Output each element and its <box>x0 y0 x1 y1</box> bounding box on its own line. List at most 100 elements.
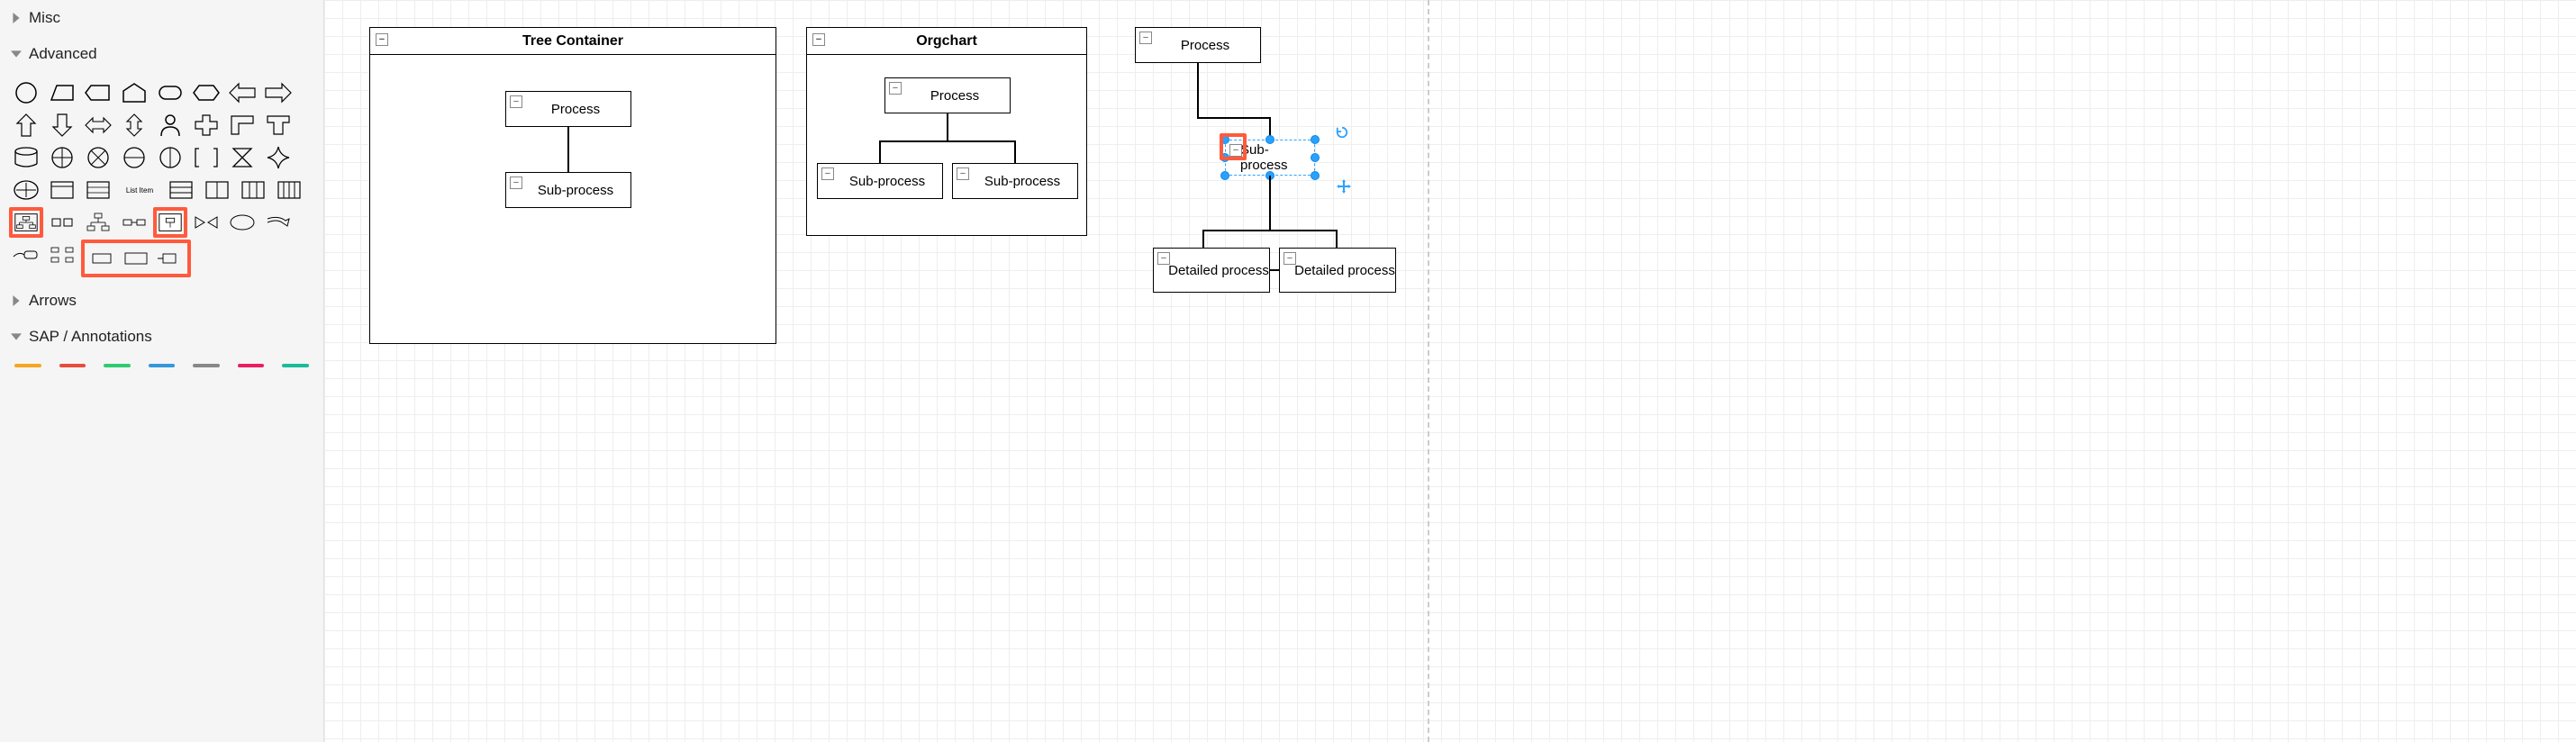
section-header-sap[interactable]: SAP / Annotations <box>0 319 323 355</box>
orgchart-title-text: Orgchart <box>916 33 977 50</box>
annotation-swatch-2[interactable] <box>104 364 131 367</box>
tree-container-title: − Tree Container <box>370 28 776 55</box>
shape-cylinder[interactable] <box>9 142 43 173</box>
collapse-icon[interactable]: − <box>376 33 388 46</box>
shape-corner[interactable] <box>225 110 259 140</box>
shape-pentagon[interactable] <box>117 77 151 108</box>
collapse-icon[interactable]: − <box>510 176 522 189</box>
orgchart-container[interactable]: − Orgchart − Process − Sub-process − Sub… <box>806 27 1087 236</box>
shape-hexagon[interactable] <box>189 77 223 108</box>
annotation-swatch-1[interactable] <box>59 364 86 367</box>
shape-org-pair[interactable] <box>45 207 79 238</box>
shape-cols2[interactable] <box>200 175 234 205</box>
shape-circle-x[interactable] <box>81 142 115 173</box>
annotation-swatch-0[interactable] <box>14 364 41 367</box>
edge[interactable] <box>1197 63 1199 117</box>
shape-flow-arrow[interactable] <box>261 207 295 238</box>
edge[interactable] <box>879 140 1016 142</box>
shape-window[interactable] <box>45 175 79 205</box>
shape-org-3[interactable] <box>81 207 115 238</box>
shape-list[interactable] <box>81 175 115 205</box>
shape-sidebar: Misc Advanced <box>0 0 324 742</box>
shape-arrow-left[interactable] <box>225 77 259 108</box>
shape-plus[interactable] <box>189 110 223 140</box>
collapse-icon[interactable]: − <box>1157 252 1170 265</box>
collapse-icon[interactable]: − <box>812 33 825 46</box>
shape-org-hbar[interactable] <box>117 207 151 238</box>
shape-star4[interactable] <box>261 142 295 173</box>
shape-arrow-right[interactable] <box>261 77 295 108</box>
section-label: Arrows <box>29 292 77 310</box>
drawing-canvas[interactable]: − Tree Container − Process − Sub-process… <box>324 0 2576 742</box>
shape-listitem[interactable]: List Item <box>117 175 162 205</box>
annotation-swatch-5[interactable] <box>238 364 265 367</box>
collapse-icon[interactable]: − <box>957 167 969 180</box>
org-subprocess2-node[interactable]: − Sub-process <box>952 163 1078 199</box>
edge[interactable] <box>567 127 569 172</box>
tree-subprocess-node[interactable]: − Sub-process <box>505 172 631 208</box>
page-break-line <box>1428 0 1429 742</box>
edge[interactable] <box>1336 230 1338 248</box>
shape-division[interactable] <box>119 243 153 274</box>
shape-org-chain[interactable] <box>45 240 79 270</box>
edge[interactable] <box>1197 117 1271 119</box>
shape-tree-container[interactable] <box>9 207 43 238</box>
section-header-misc[interactable]: Misc <box>0 0 323 36</box>
edge[interactable] <box>1269 117 1271 140</box>
collapse-icon[interactable]: − <box>1139 32 1152 44</box>
rotate-handle-icon[interactable] <box>1336 126 1348 139</box>
annotation-swatch-6[interactable] <box>282 364 309 367</box>
collapse-icon[interactable]: − <box>1283 252 1296 265</box>
section-header-arrows[interactable]: Arrows <box>0 283 323 319</box>
shape-bracket[interactable] <box>189 142 223 173</box>
shape-orgchart-container[interactable] <box>153 207 187 238</box>
edge[interactable] <box>947 113 948 140</box>
annotation-swatch-3[interactable] <box>149 364 176 367</box>
shape-oval-plus[interactable] <box>9 175 43 205</box>
shape-linked-box[interactable] <box>153 243 187 274</box>
shape-circle[interactable] <box>9 77 43 108</box>
edge[interactable] <box>1269 176 1271 230</box>
collapse-icon[interactable]: − <box>821 167 834 180</box>
shape-subtopic[interactable] <box>9 240 43 270</box>
shape-hourglass[interactable] <box>225 142 259 173</box>
shape-arrow-biH[interactable] <box>81 110 115 140</box>
tree-process-node[interactable]: − Process <box>505 91 631 127</box>
node-label: Sub-process <box>1240 142 1314 173</box>
shape-cols3[interactable] <box>236 175 270 205</box>
shape-circle-v[interactable] <box>153 142 187 173</box>
shape-bowtie[interactable] <box>189 207 223 238</box>
edge[interactable] <box>1014 140 1016 163</box>
shape-rows3[interactable] <box>164 175 198 205</box>
free-detailed1-node[interactable]: − Detailed process <box>1153 248 1270 293</box>
shape-arrow-up[interactable] <box>9 110 43 140</box>
org-subprocess1-node[interactable]: − Sub-process <box>817 163 943 199</box>
free-detailed2-node[interactable]: − Detailed process <box>1279 248 1396 293</box>
collapse-icon[interactable]: − <box>889 82 902 95</box>
shape-arrow-down[interactable] <box>45 110 79 140</box>
annotation-swatches <box>0 355 323 376</box>
edge[interactable] <box>1202 230 1204 248</box>
shape-pie4[interactable] <box>45 142 79 173</box>
shape-trapezoid[interactable] <box>45 77 79 108</box>
free-process-node[interactable]: − Process <box>1135 27 1261 63</box>
edge[interactable] <box>1270 269 1279 271</box>
shape-cols4[interactable] <box>272 175 306 205</box>
shape-person-icon[interactable] <box>153 110 187 140</box>
edge[interactable] <box>879 140 881 163</box>
shape-hex-left[interactable] <box>81 77 115 108</box>
move-handle-icon[interactable] <box>1337 179 1351 194</box>
shape-central-idea[interactable] <box>225 207 259 238</box>
annotation-swatch-4[interactable] <box>193 364 220 367</box>
shape-organization[interactable] <box>85 243 119 274</box>
section-header-advanced[interactable]: Advanced <box>0 36 323 72</box>
shape-rounded-rect[interactable] <box>153 77 187 108</box>
shape-tee[interactable] <box>261 110 295 140</box>
tree-container[interactable]: − Tree Container − Process − Sub-process <box>369 27 776 344</box>
node-label: Sub-process <box>984 174 1060 189</box>
org-process-node[interactable]: − Process <box>884 77 1011 113</box>
shape-circle-h[interactable] <box>117 142 151 173</box>
edge[interactable] <box>1202 230 1338 231</box>
collapse-icon[interactable]: − <box>510 95 522 108</box>
shape-arrow-biV[interactable] <box>117 110 151 140</box>
